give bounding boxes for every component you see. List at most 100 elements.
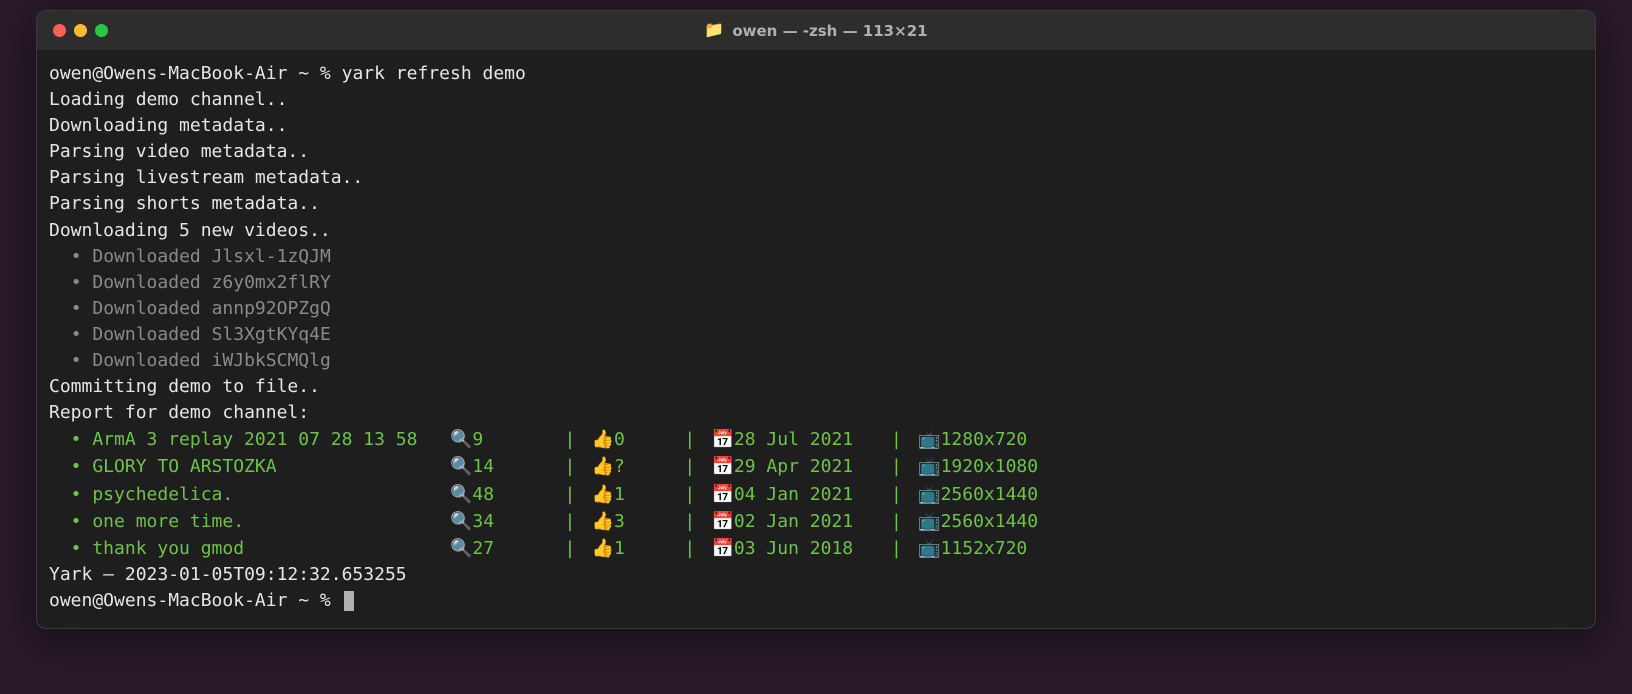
likes-cell: 👍1 — [592, 535, 669, 562]
separator: | — [548, 427, 591, 453]
window-title-text: owen — -zsh — 113×21 — [732, 22, 927, 40]
report-row: • ArmA 3 replay 2021 07 28 13 58🔍9| 👍0| … — [49, 426, 1583, 453]
folder-icon: 📁 — [704, 23, 724, 39]
res-cell: 📺1280x720 — [918, 426, 1027, 453]
date-cell: 📅28 Jul 2021 — [712, 426, 875, 453]
res-cell: 📺1152x720 — [918, 535, 1027, 562]
views-cell: 🔍48 — [450, 481, 548, 508]
output-line: Committing demo to file.. — [49, 374, 1583, 400]
likes-cell: 👍? — [592, 453, 669, 480]
bullet-icon: • — [71, 246, 82, 267]
calendar-icon: 📅 — [712, 484, 734, 504]
download-id: Downloaded Jlsxl-1zQJM — [92, 246, 330, 267]
resolution-value: 2560x1440 — [941, 482, 1039, 508]
separator: | — [875, 536, 918, 562]
resolution-value: 1152x720 — [941, 536, 1028, 562]
prompt-line-2: owen@Owens-MacBook-Air ~ % — [49, 588, 1583, 614]
res-cell: 📺2560x1440 — [918, 508, 1038, 535]
download-line: • Downloaded z6y0mx2flRY — [49, 270, 1583, 296]
bullet-icon: • — [71, 350, 82, 371]
date-cell: 📅04 Jan 2021 — [712, 481, 875, 508]
bullet-icon: • — [71, 454, 93, 480]
bullet-icon: • — [71, 324, 82, 345]
terminal-body[interactable]: owen@Owens-MacBook-Air ~ % yark refresh … — [37, 51, 1595, 628]
output-line: Parsing shorts metadata.. — [49, 191, 1583, 217]
views-value: 14 — [472, 454, 548, 480]
output-line: Parsing video metadata.. — [49, 139, 1583, 165]
maximize-button[interactable] — [95, 24, 108, 37]
separator: | — [668, 427, 711, 453]
video-title: psychedelica. — [92, 482, 450, 508]
calendar-icon: 📅 — [712, 538, 734, 558]
prompt-line: owen@Owens-MacBook-Air ~ % yark refresh … — [49, 61, 1583, 87]
views-cell: 🔍27 — [450, 535, 548, 562]
minimize-button[interactable] — [74, 24, 87, 37]
thumbs-up-icon: 👍 — [592, 511, 614, 531]
output-line: Downloading metadata.. — [49, 113, 1583, 139]
views-cell: 🔍14 — [450, 453, 548, 480]
separator: | — [668, 482, 711, 508]
separator: | — [668, 509, 711, 535]
likes-cell: 👍1 — [592, 481, 669, 508]
resolution-value: 1920x1080 — [941, 454, 1039, 480]
res-cell: 📺2560x1440 — [918, 481, 1038, 508]
report-table: • ArmA 3 replay 2021 07 28 13 58🔍9| 👍0| … — [49, 426, 1583, 561]
likes-value: 1 — [614, 482, 668, 508]
date-cell: 📅02 Jan 2021 — [712, 508, 875, 535]
download-id: Downloaded z6y0mx2flRY — [92, 272, 330, 293]
calendar-icon: 📅 — [712, 511, 734, 531]
likes-cell: 👍0 — [592, 426, 669, 453]
separator: | — [875, 427, 918, 453]
video-title: thank you gmod — [92, 536, 450, 562]
download-line: • Downloaded Sl3XgtKYq4E — [49, 322, 1583, 348]
report-row: • thank you gmod🔍27| 👍1| 📅03 Jun 2018| 📺… — [49, 535, 1583, 562]
likes-value: 3 — [614, 509, 668, 535]
date-cell: 📅03 Jun 2018 — [712, 535, 875, 562]
output-line: Parsing livestream metadata.. — [49, 165, 1583, 191]
report-row: • GLORY TO ARSTOZKA🔍14| 👍?| 📅29 Apr 2021… — [49, 453, 1583, 480]
magnifier-icon: 🔍 — [450, 538, 472, 558]
terminal-window: 📁 owen — -zsh — 113×21 owen@Owens-MacBoo… — [36, 10, 1596, 629]
tv-icon: 📺 — [918, 511, 940, 531]
report-row: • one more time.🔍34| 👍3| 📅02 Jan 2021| 📺… — [49, 508, 1583, 535]
date-value: 04 Jan 2021 — [734, 482, 875, 508]
cursor-icon — [344, 591, 354, 611]
bullet-icon: • — [71, 427, 93, 453]
download-line: • Downloaded Jlsxl-1zQJM — [49, 244, 1583, 270]
magnifier-icon: 🔍 — [450, 511, 472, 531]
command-text: yark refresh demo — [342, 63, 526, 84]
bullet-icon: • — [71, 298, 82, 319]
tv-icon: 📺 — [918, 538, 940, 558]
window-title: 📁 owen — -zsh — 113×21 — [704, 22, 927, 40]
download-id: Downloaded iWJbkSCMQlg — [92, 350, 330, 371]
thumbs-up-icon: 👍 — [592, 538, 614, 558]
video-title: one more time. — [92, 509, 450, 535]
magnifier-icon: 🔍 — [450, 484, 472, 504]
date-value: 28 Jul 2021 — [734, 427, 875, 453]
thumbs-up-icon: 👍 — [592, 429, 614, 449]
shell-prompt: owen@Owens-MacBook-Air ~ % — [49, 590, 342, 611]
date-value: 02 Jan 2021 — [734, 509, 875, 535]
magnifier-icon: 🔍 — [450, 456, 472, 476]
thumbs-up-icon: 👍 — [592, 456, 614, 476]
video-title: ArmA 3 replay 2021 07 28 13 58 — [92, 427, 450, 453]
calendar-icon: 📅 — [712, 429, 734, 449]
separator: | — [548, 482, 591, 508]
video-title: GLORY TO ARSTOZKA — [92, 454, 450, 480]
res-cell: 📺1920x1080 — [918, 453, 1038, 480]
window-titlebar[interactable]: 📁 owen — -zsh — 113×21 — [37, 11, 1595, 51]
likes-value: ? — [614, 454, 668, 480]
bullet-icon: • — [71, 536, 93, 562]
close-button[interactable] — [53, 24, 66, 37]
views-cell: 🔍34 — [450, 508, 548, 535]
views-value: 9 — [472, 427, 548, 453]
views-cell: 🔍9 — [450, 426, 548, 453]
likes-value: 0 — [614, 427, 668, 453]
magnifier-icon: 🔍 — [450, 429, 472, 449]
output-line: Downloading 5 new videos.. — [49, 218, 1583, 244]
download-line: • Downloaded annp92OPZgQ — [49, 296, 1583, 322]
bullet-icon: • — [71, 272, 82, 293]
report-row: • psychedelica.🔍48| 👍1| 📅04 Jan 2021| 📺2… — [49, 481, 1583, 508]
download-id: Downloaded annp92OPZgQ — [92, 298, 330, 319]
bullet-icon: • — [71, 482, 93, 508]
